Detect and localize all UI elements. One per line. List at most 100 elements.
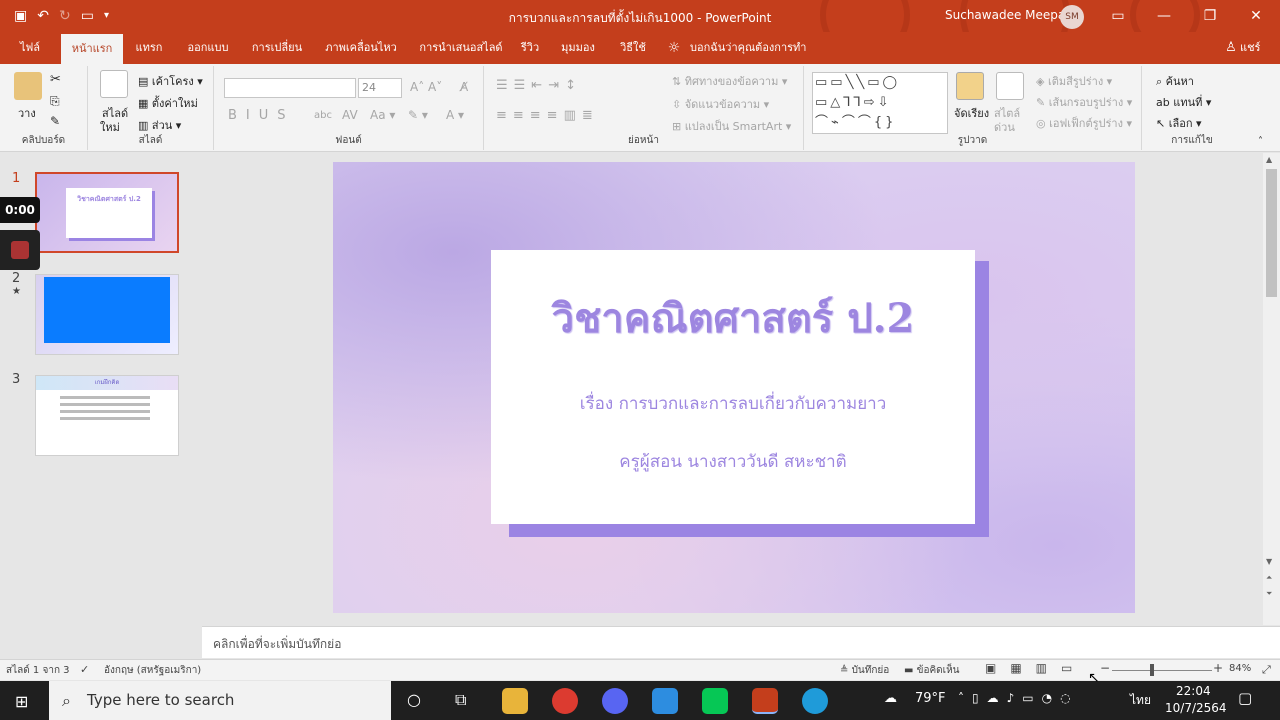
zoom-out-icon[interactable]: − — [1100, 661, 1110, 675]
select-button[interactable]: ↖ เลือก ▾ — [1156, 114, 1202, 132]
arrange-icon[interactable] — [956, 72, 984, 100]
file-explorer-icon[interactable] — [502, 688, 528, 714]
tell-me-box[interactable]: บอกฉันว่าคุณต้องการทำอะไร — [690, 32, 830, 86]
replace-button[interactable]: ab แทนที่ ▾ — [1156, 93, 1211, 111]
tab-view[interactable]: มุมมอง — [556, 32, 600, 64]
tab-design[interactable]: ออกแบบ — [180, 32, 236, 64]
slide-subtitle[interactable]: เรื่อง การบวกและการลบเกี่ยวกับความยาว — [491, 390, 975, 417]
slide-title[interactable]: วิชาคณิตศาสตร์ ป.2 — [491, 286, 975, 350]
font-style-icons[interactable]: BIUS — [228, 108, 295, 123]
avatar[interactable]: SM — [1060, 5, 1084, 29]
quick-styles-icon[interactable] — [996, 72, 1024, 100]
tab-review[interactable]: รีวิว — [514, 32, 546, 64]
language-indicator[interactable]: อังกฤษ (สหรัฐอเมริกา) — [104, 663, 201, 678]
cortana-icon[interactable]: ○ — [407, 690, 421, 709]
task-view-icon[interactable]: ⧉ — [455, 690, 466, 710]
phone-app-icon[interactable] — [652, 688, 678, 714]
text-direction-button[interactable]: ⇅ ทิศทางของข้อความ ▾ — [672, 72, 787, 90]
start-icon[interactable]: ⊞ — [15, 692, 28, 711]
arrange-button[interactable]: จัดเรียง — [954, 104, 989, 122]
scroll-thumb[interactable] — [1266, 169, 1277, 297]
shape-fill-button[interactable]: ◈ เติมสีรูปร่าง ▾ — [1036, 72, 1112, 90]
tab-help[interactable]: วิธีใช้ — [612, 32, 654, 64]
scroll-down-icon[interactable]: ▼ — [1266, 557, 1272, 566]
strikethrough-icon[interactable]: abc — [314, 110, 332, 121]
find-button[interactable]: ⌕ ค้นหา — [1156, 72, 1194, 90]
ribbon-display-icon[interactable]: ▭ — [1095, 0, 1141, 32]
cut-icon[interactable]: ✂ — [50, 72, 61, 87]
zoom-slider-thumb[interactable] — [1150, 664, 1154, 676]
customize-qat-icon[interactable]: ▾ — [104, 0, 109, 32]
notes-placeholder[interactable]: คลิกเพื่อที่จะเพิ่มบันทึกย่อ — [213, 635, 341, 654]
align-text-button[interactable]: ⇳ จัดแนวข้อความ ▾ — [672, 95, 769, 113]
grow-font-icon[interactable]: A˄ A˅ — [410, 80, 442, 94]
slide-teacher[interactable]: ครูผู้สอน นางสาววันดี สหะชาติ — [491, 448, 975, 475]
clear-format-icon[interactable]: A̸ — [460, 80, 468, 94]
tray-icons[interactable]: ˄▯☁♪▭◔◌ — [958, 691, 1079, 705]
format-painter-icon[interactable]: ✎ — [50, 114, 60, 128]
align-icons[interactable]: ≡≡≡≡▥≣ — [496, 108, 599, 123]
restore-button[interactable]: ❐ — [1187, 0, 1233, 32]
spacing-icon[interactable]: AV — [342, 108, 358, 122]
share-button[interactable]: แชร์ — [1240, 32, 1270, 64]
font-color-icon[interactable]: A ▾ — [446, 108, 464, 122]
slide-thumbnail-3[interactable]: เกมฝึกคิด — [35, 375, 179, 456]
collapse-ribbon-icon[interactable]: ˄ — [1258, 136, 1263, 147]
edge-icon[interactable] — [802, 688, 828, 714]
close-button[interactable]: ✕ — [1233, 0, 1279, 32]
clock-date[interactable]: 10/7/2564 — [1165, 701, 1227, 715]
shape-effects-button[interactable]: ◎ เอฟเฟ็กต์รูปร่าง ▾ — [1036, 114, 1132, 132]
user-name[interactable]: Suchawadee Meepa — [945, 8, 1065, 22]
zoom-level[interactable]: 84% — [1229, 663, 1251, 674]
line-icon[interactable] — [702, 688, 728, 714]
tab-insert[interactable]: แทรก — [128, 32, 170, 64]
slide-thumbnail-2[interactable] — [35, 274, 179, 355]
taskbar-search[interactable]: Type here to search — [49, 681, 391, 720]
chrome-icon[interactable] — [552, 688, 578, 714]
undo-icon[interactable]: ↶ — [37, 0, 49, 32]
change-case-icon[interactable]: Aa ▾ — [370, 108, 395, 122]
tab-home[interactable]: หน้าแรก — [61, 34, 123, 64]
reset-button[interactable]: ▦ ตั้งค่าใหม่ — [138, 94, 198, 112]
discord-icon[interactable] — [602, 688, 628, 714]
slide-thumbnail-1[interactable]: วิชาคณิตศาสตร์ ป.2 — [35, 172, 179, 253]
font-name-box[interactable] — [224, 78, 356, 98]
weather-icon[interactable]: ☁ — [884, 691, 897, 706]
shapes-gallery[interactable]: ▭▭╲╲▭◯ ▭△⅂⅂⇨⇩ ⌒⌁⌒⌒{} — [812, 72, 948, 134]
next-slide-icon[interactable]: ⏷ — [1266, 589, 1272, 599]
section-button[interactable]: ▥ ส่วน ▾ — [138, 116, 181, 134]
notes-pane[interactable]: คลิกเพื่อที่จะเพิ่มบันทึกย่อ — [202, 626, 1280, 658]
powerpoint-icon[interactable] — [752, 688, 778, 714]
shape-outline-button[interactable]: ✎ เส้นกรอบรูปร่าง ▾ — [1036, 93, 1132, 111]
redo-icon[interactable]: ↻ — [59, 0, 71, 32]
previous-slide-icon[interactable]: ⏶ — [1266, 573, 1272, 583]
tab-transitions[interactable]: การเปลี่ยน — [245, 32, 309, 64]
notes-toggle[interactable]: ≜ บันทึกย่อ — [840, 663, 889, 678]
tab-animations[interactable]: ภาพเคลื่อนไหว — [318, 32, 404, 64]
input-language[interactable]: ไทย — [1130, 691, 1151, 710]
font-size-box[interactable]: 24 — [358, 78, 402, 98]
minimize-button[interactable]: — — [1141, 0, 1187, 32]
layout-button[interactable]: ▤ เค้าโครง ▾ — [138, 72, 203, 90]
list-icons[interactable]: ☰☰⇤⇥↕ — [496, 78, 582, 93]
present-icon[interactable]: ▭ — [81, 0, 94, 32]
tab-file[interactable]: ไฟล์ — [8, 32, 52, 64]
fit-slide-icon[interactable]: ⤢ — [1262, 663, 1271, 677]
copy-icon[interactable]: ⎘ — [50, 94, 60, 109]
stop-recording-button[interactable] — [0, 230, 40, 270]
paste-icon[interactable] — [14, 72, 42, 100]
spellcheck-icon[interactable]: ✓ — [80, 663, 89, 676]
highlight-icon[interactable]: ✎ ▾ — [408, 108, 428, 122]
tab-slideshow[interactable]: การนำเสนอสไลด์ — [412, 32, 510, 64]
slide-canvas[interactable]: วิชาคณิตศาสตร์ ป.2 เรื่อง การบวกและการลบ… — [333, 162, 1135, 613]
view-buttons-icons[interactable]: ▣▦▥▭ — [985, 661, 1086, 675]
save-icon[interactable]: ▣ — [14, 0, 27, 32]
scroll-up-icon[interactable]: ▲ — [1266, 155, 1272, 164]
weather-temp[interactable]: 79°F — [915, 691, 946, 706]
notification-icon[interactable]: ▢ — [1238, 689, 1252, 707]
paste-button[interactable]: วาง — [18, 104, 36, 122]
clock-time[interactable]: 22:04 — [1176, 684, 1211, 698]
zoom-in-icon[interactable]: + — [1213, 661, 1223, 675]
comments-toggle[interactable]: ▬ ข้อคิดเห็น — [904, 663, 960, 678]
new-slide-icon[interactable] — [100, 70, 128, 98]
